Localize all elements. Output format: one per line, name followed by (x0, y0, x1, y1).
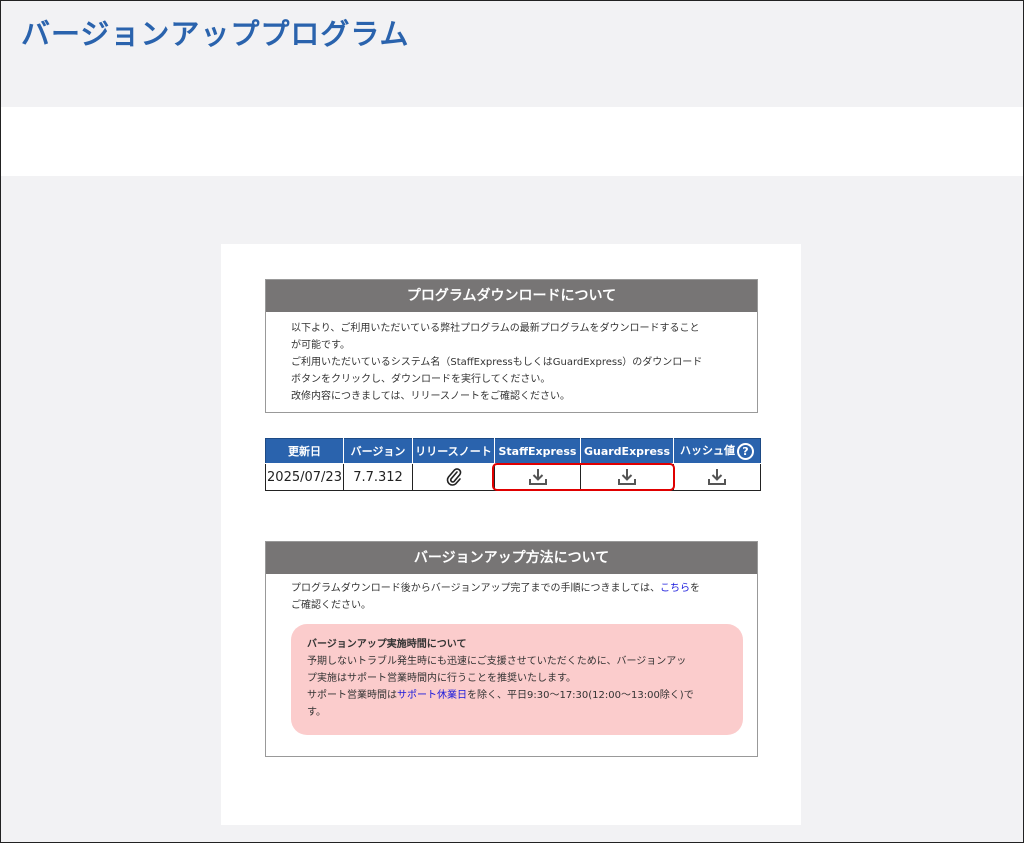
upgrade-intro-line2: ご確認ください。 (291, 600, 371, 611)
cell-guardexpress-download (580, 463, 674, 491)
download-section-heading: プログラムダウンロードについて (266, 280, 757, 312)
upgrade-section-text: プログラムダウンロード後からバージョンアップ完了までの手順につきましては、こちら… (266, 574, 757, 757)
support-holiday-link[interactable]: サポート休業日 (397, 690, 467, 701)
notice-line3-suffix: を除く、平日9:30～17:30(12:00～13:00除く)で (467, 690, 694, 701)
notice-line: プ実施はサポート営業時間内に行うことを推奨いたします。 (307, 673, 576, 684)
download-text-line: 以下より、ご利用いただいている弊社プログラムの最新プログラムをダウンロードするこ… (291, 323, 700, 334)
notice-box: バージョンアップ実施時間について 予期しないトラブル発生時にも迅速にご支援させて… (291, 624, 743, 735)
download-text-line: 改修内容につきましては、リリースノートをご確認ください。 (291, 391, 570, 402)
notice-line: す。 (307, 707, 326, 718)
download-section-text: 以下より、ご利用いただいている弊社プログラムの最新プログラムをダウンロードするこ… (266, 312, 757, 413)
staffexpress-download-icon[interactable] (528, 468, 548, 486)
upgrade-intro-text: プログラムダウンロード後からバージョンアップ完了までの手順につきましては、 (291, 583, 660, 594)
col-header-version: バージョン (343, 438, 413, 464)
col-header-staffexpress: StaffExpress (494, 438, 581, 464)
header-band (1, 107, 1023, 176)
cell-version: 7.7.312 (343, 463, 413, 491)
cell-staffexpress-download (494, 463, 581, 491)
guardexpress-download-icon[interactable] (617, 468, 637, 486)
notice-title: バージョンアップ実施時間について (307, 639, 467, 650)
upgrade-intro-line: プログラムダウンロード後からバージョンアップ完了までの手順につきましては、こちら… (291, 580, 743, 597)
upgrade-section-heading: バージョンアップ方法について (266, 542, 757, 574)
cell-hash-download (673, 463, 761, 491)
upgrade-intro-suffix: を (690, 583, 700, 594)
download-table: 更新日 バージョン リリースノート StaffExpress GuardExpr… (265, 438, 761, 491)
notice-line: 予期しないトラブル発生時にも迅速にご支援させていただくために、バージョンアッ (307, 656, 687, 667)
col-header-guardexpress: GuardExpress (580, 438, 674, 464)
download-info-section: プログラムダウンロードについて 以下より、ご利用いただいている弊社プログラムの最… (265, 279, 758, 413)
col-header-date: 更新日 (265, 438, 344, 464)
table-row: 2025/07/23 7.7.312 (265, 463, 761, 491)
download-text-line: ご利用いただいているシステム名（StaffExpressもしくはGuardExp… (291, 357, 703, 368)
hash-header-label: ハッシュ値 (680, 444, 735, 458)
procedure-link[interactable]: こちら (660, 583, 690, 594)
hash-download-icon[interactable] (707, 468, 727, 486)
page-title: バージョンアッププログラム (21, 17, 410, 51)
upgrade-info-section: バージョンアップ方法について プログラムダウンロード後からバージョンアップ完了ま… (265, 541, 758, 757)
cell-release-note (412, 463, 495, 491)
notice-line: サポート営業時間はサポート休業日を除く、平日9:30～17:30(12:00～1… (307, 687, 729, 704)
notice-line3-prefix: サポート営業時間は (307, 690, 397, 701)
paperclip-icon[interactable] (446, 468, 462, 486)
table-header-row: 更新日 バージョン リリースノート StaffExpress GuardExpr… (265, 438, 761, 464)
col-header-release-note: リリースノート (412, 438, 495, 464)
cell-date: 2025/07/23 (265, 463, 344, 491)
download-text-line: が可能です。 (291, 340, 350, 351)
help-icon[interactable]: ? (737, 442, 754, 460)
col-header-hash: ハッシュ値? (673, 438, 761, 464)
download-text-line: ボタンをクリックし、ダウンロードを実行してください。 (291, 374, 551, 385)
page-header: バージョンアッププログラム (1, 1, 1023, 107)
